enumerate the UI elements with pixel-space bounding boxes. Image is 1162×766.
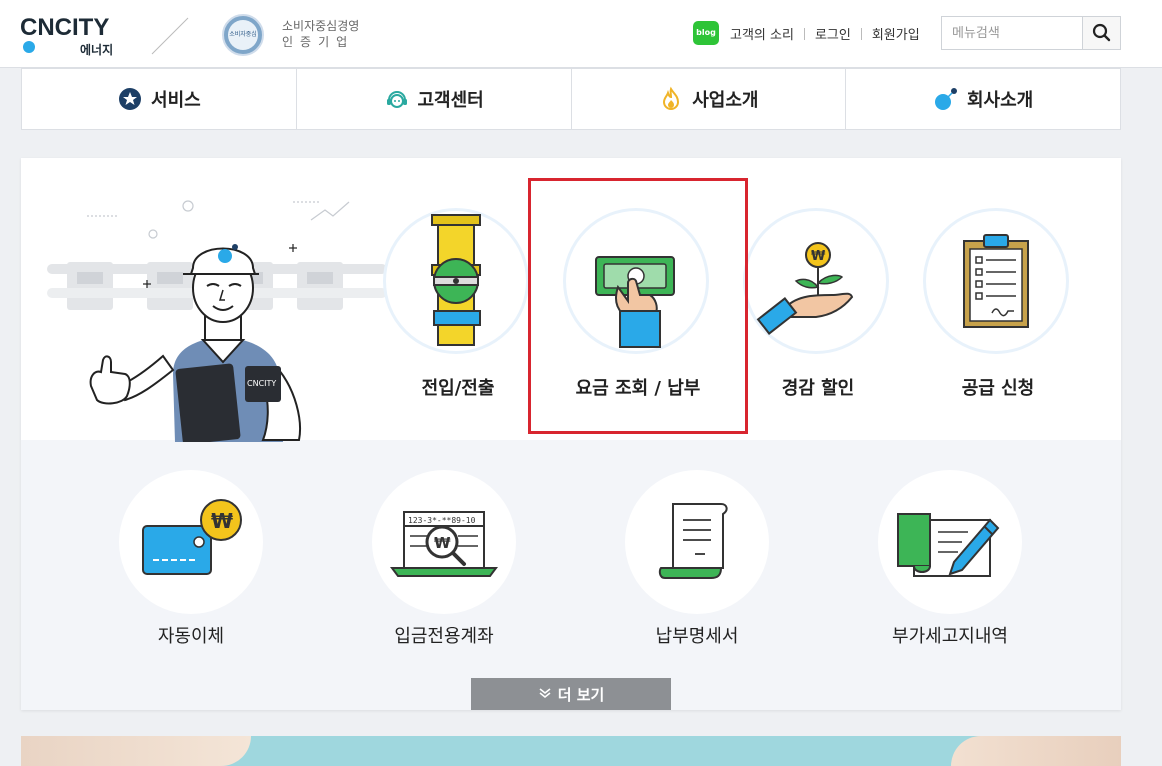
top-links: 고객의 소리 로그인 회원가입 <box>730 24 920 43</box>
banner-image-left <box>21 736 251 766</box>
nav-label: 서비스 <box>151 90 201 111</box>
nav-label: 고객센터 <box>417 90 484 111</box>
card-won-icon: ₩ <box>142 499 242 575</box>
logo-text: CNCITY <box>20 14 110 41</box>
more-button[interactable]: 더 보기 <box>471 678 671 710</box>
clipboard-icon <box>963 234 1029 328</box>
cert-badge-icon: 소비자중심 <box>222 14 264 56</box>
service-supply-application[interactable]: 공급 신청 <box>923 208 1073 408</box>
promo-banner[interactable] <box>21 736 1121 766</box>
receipt-icon <box>658 503 728 579</box>
technician-illustration: CNCITY <box>47 200 387 442</box>
svg-text:₩: ₩ <box>811 249 826 264</box>
search-icon <box>1092 23 1111 42</box>
vest-badge-text: CNCITY <box>247 379 276 388</box>
login-link[interactable]: 로그인 <box>815 24 851 43</box>
cert-line1: 소비자중심경영 <box>282 19 360 33</box>
logo-dot-icon <box>23 41 35 53</box>
service-label: 납부명세서 <box>655 626 739 647</box>
service-circle: ₩ <box>119 470 263 614</box>
company-dot-icon <box>935 88 957 110</box>
service-virtual-account[interactable]: 123-3*-**89-10 ₩ 입금전용계좌 <box>354 470 534 650</box>
nav-item-service[interactable]: 서비스 <box>22 69 297 129</box>
banner-image-right <box>951 736 1121 766</box>
laptop-search-icon: 123-3*-**89-10 ₩ <box>390 511 498 577</box>
svg-text:₩: ₩ <box>434 534 451 552</box>
nav-label: 회사소개 <box>967 90 1034 111</box>
service-label: 입금전용계좌 <box>394 626 494 647</box>
service-label: 부가세고지내역 <box>892 626 1008 647</box>
blog-icon[interactable]: blog <box>693 21 719 45</box>
service-auto-transfer[interactable]: ₩ 자동이체 <box>101 470 281 650</box>
service-circle <box>383 208 529 354</box>
hand-plant-coin-icon: ₩ <box>756 242 854 335</box>
search-button[interactable] <box>1082 17 1120 49</box>
form-pen-icon <box>897 513 1000 577</box>
service-label: 자동이체 <box>157 626 225 647</box>
cert-line2: 인증기업 <box>282 35 355 49</box>
selected-highlight-box <box>528 178 748 434</box>
service-circle <box>625 470 769 614</box>
service-label: 경감 할인 <box>781 378 855 399</box>
cert-badge-text: 소비자중심 <box>228 20 258 50</box>
flame-icon <box>663 86 680 110</box>
logo-subtext: 에너지 <box>80 43 114 57</box>
customer-voice-link[interactable]: 고객의 소리 <box>730 24 794 43</box>
nav-item-company[interactable]: 회사소개 <box>846 69 1120 129</box>
service-payment-statement[interactable]: 납부명세서 <box>607 470 787 650</box>
service-label: 공급 신청 <box>961 378 1035 399</box>
account-number-text: 123-3*-**89-10 <box>408 516 476 525</box>
cncity-logo[interactable]: CNCITY 에너지 <box>20 14 120 58</box>
service-circle <box>923 208 1069 354</box>
service-move-in-out[interactable]: 전입/전출 <box>383 208 533 408</box>
service-circle: 123-3*-**89-10 ₩ <box>372 470 516 614</box>
link-divider <box>860 27 862 40</box>
top-header: CNCITY 에너지 소비자중심 소비자중심경영 인증기업 blog 고객의 소… <box>0 0 1162 68</box>
nav-label: 사업소개 <box>692 90 759 111</box>
more-button-label: 더 보기 <box>557 685 605 704</box>
service-vat-notice[interactable]: 부가세고지내역 <box>860 470 1040 650</box>
gas-pipe-icon <box>431 214 481 346</box>
menu-search <box>941 16 1121 50</box>
signup-link[interactable]: 회원가입 <box>872 24 920 43</box>
cert-text: 소비자중심경영 인증기업 <box>282 18 359 50</box>
quick-services-panel: CNCITY 전입/전출 요금 조회 / 납부 ₩ 경감 할인 공급 신청 ₩ … <box>21 158 1121 710</box>
headset-icon <box>386 91 407 108</box>
svg-text:₩: ₩ <box>211 509 233 533</box>
search-input[interactable] <box>942 17 1082 49</box>
nav-item-business[interactable]: 사업소개 <box>572 69 847 129</box>
link-divider <box>803 27 805 40</box>
service-label: 전입/전출 <box>421 378 495 399</box>
star-badge-icon <box>119 88 142 110</box>
service-discount[interactable]: ₩ 경감 할인 <box>743 208 893 408</box>
service-circle: ₩ <box>743 208 889 354</box>
service-circle <box>878 470 1022 614</box>
main-nav: 서비스 고객센터 사업소개 회사소개 <box>21 68 1121 130</box>
chevron-down-icon <box>538 687 552 702</box>
nav-item-customer-center[interactable]: 고객센터 <box>297 69 572 129</box>
divider-slash <box>151 17 189 55</box>
